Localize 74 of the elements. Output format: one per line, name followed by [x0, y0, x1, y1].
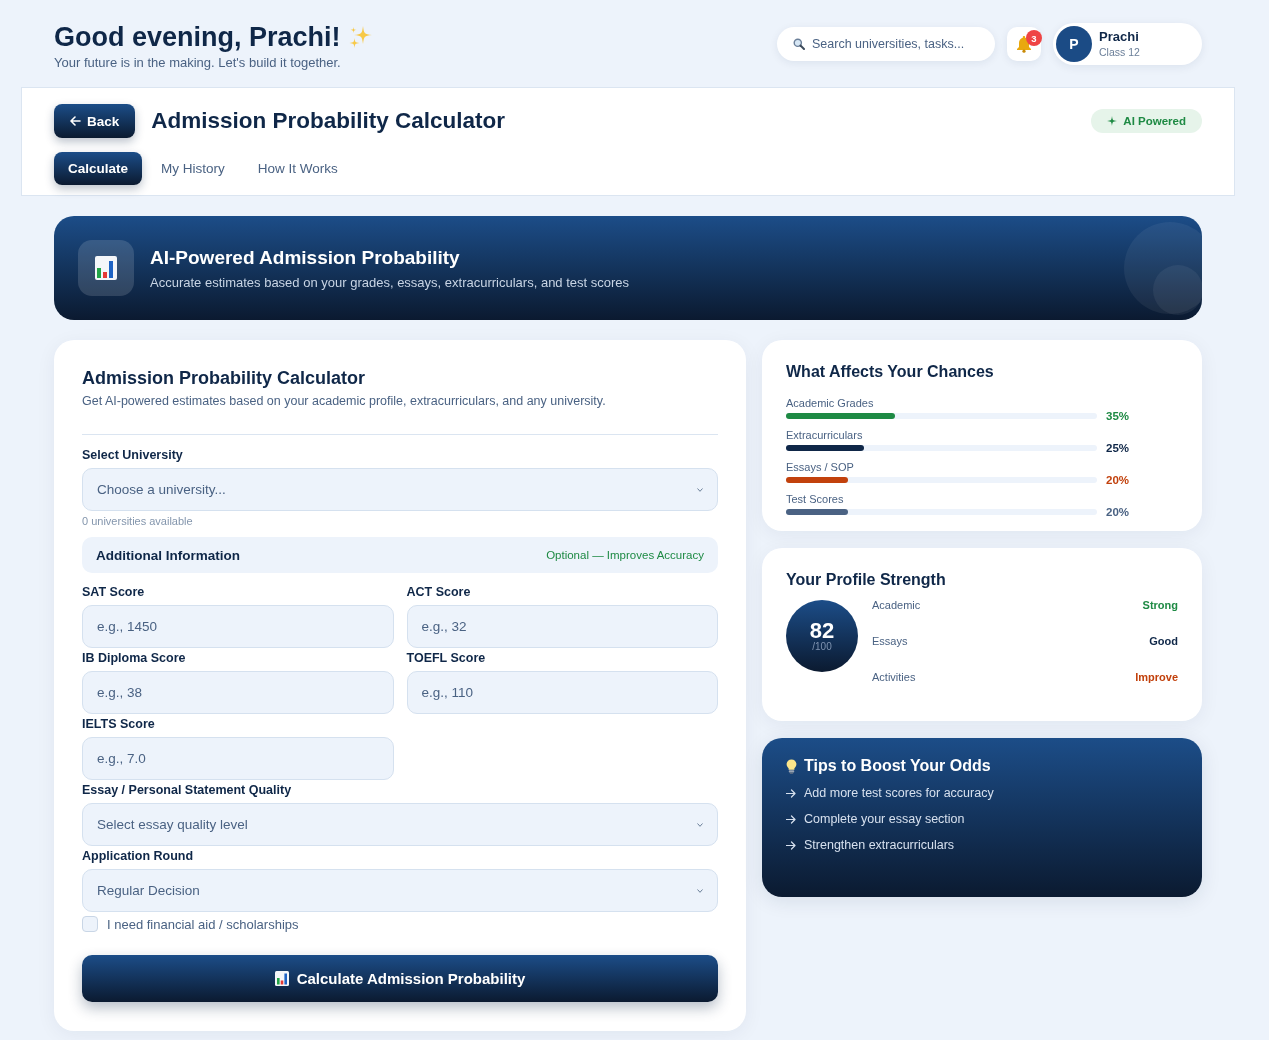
field-label: Essay / Personal Statement Quality — [82, 782, 293, 799]
card-title: What Affects Your Chances — [786, 362, 995, 382]
essay-quality-select[interactable]: Select essay quality level — [82, 803, 718, 846]
field-label: IB Diploma Score — [82, 650, 187, 667]
area-rating: Improve — [1135, 671, 1178, 683]
arrow-right-icon — [786, 840, 796, 850]
back-button[interactable]: Back — [54, 104, 136, 138]
bar-chart-icon — [78, 240, 134, 296]
banner-title: AI-Powered Admission Probability — [150, 245, 461, 269]
arrow-right-icon — [786, 814, 796, 824]
search-icon — [793, 38, 805, 50]
bar-chart-icon — [274, 971, 289, 986]
area-name: Essays — [872, 635, 908, 647]
notifications-button[interactable]: 3 — [1007, 27, 1041, 61]
field-label: SAT Score — [82, 584, 146, 601]
factor-percent: 20% — [1106, 474, 1131, 486]
profile-name: Prachi — [1099, 29, 1140, 45]
tip-text: Complete your essay section — [804, 812, 965, 826]
tab[interactable]: My History — [147, 152, 239, 185]
lightbulb-icon — [786, 758, 797, 774]
avatar: P — [1056, 26, 1092, 62]
profile-class: Class 12 — [1099, 45, 1140, 59]
calculate-button[interactable]: Calculate Admission Probability — [82, 955, 718, 1002]
greeting-title: Good evening, Prachi! — [54, 21, 341, 54]
factor-percent: 20% — [1106, 506, 1131, 518]
chevron-down-icon — [697, 487, 703, 492]
factor-name: Extracurriculars — [786, 429, 864, 441]
arrow-right-icon — [786, 788, 796, 798]
input-field[interactable]: e.g., 32 — [406, 605, 718, 648]
page-title: Admission Probability Calculator — [151, 108, 506, 134]
factor-name: Test Scores — [786, 493, 845, 505]
profile-chip[interactable]: P Prachi Class 12 — [1053, 23, 1202, 65]
banner-subtitle: Accurate estimates based on your grades, essays, extracurriculars, and test scores — [150, 273, 630, 291]
score-max: /100 — [812, 641, 832, 652]
checkbox[interactable] — [82, 916, 98, 932]
input-field[interactable]: e.g., 38 — [82, 671, 394, 714]
tip-text: Strengthen extracurriculars — [804, 838, 955, 852]
field-label: ACT Score — [406, 584, 472, 601]
university-select[interactable]: Choose a university... — [82, 468, 718, 511]
chevron-down-icon — [697, 888, 703, 893]
factor-name: Academic Grades — [786, 397, 875, 409]
card-title: Admission Probability Calculator — [82, 367, 367, 390]
tab[interactable]: How It Works — [243, 152, 352, 185]
factor-percent: 25% — [1106, 442, 1131, 454]
area-rating: Strong — [1142, 599, 1178, 611]
section-note: Optional — Improves Accuracy — [546, 549, 704, 561]
tab[interactable]: Calculate — [54, 152, 143, 185]
factor-name: Essays / SOP — [786, 461, 855, 473]
field-label: TOEFL Score — [406, 650, 487, 667]
field-hint: 0 universities available — [82, 515, 193, 527]
card-title: Your Profile Strength — [786, 570, 947, 590]
chevron-down-icon — [697, 822, 703, 827]
badge-label: AI Powered — [1123, 115, 1186, 127]
checkbox-label[interactable]: I need financial aid / scholarships — [107, 916, 299, 932]
input-field[interactable]: e.g., 7.0 — [82, 737, 394, 780]
input-field[interactable]: e.g., 1450 — [82, 605, 394, 648]
tip-text: Add more test scores for accuracy — [804, 786, 994, 800]
notification-count-badge: 3 — [1026, 30, 1042, 46]
field-label: Application Round — [82, 848, 195, 865]
card-title: Tips to Boost Your Odds — [804, 756, 991, 776]
area-rating: Good — [1149, 635, 1178, 647]
greeting-tagline: Your future is in the making. Let's build it together. — [54, 54, 342, 72]
arrow-left-icon — [70, 116, 81, 126]
search-field[interactable]: Search universities, tasks... — [777, 27, 995, 61]
field-label: Select University — [82, 447, 184, 464]
application-round-select[interactable]: Regular Decision — [82, 869, 718, 912]
area-name: Academic — [872, 599, 921, 611]
factor-percent: 35% — [1106, 410, 1131, 422]
card-subtitle: Get AI-powered estimates based on your academic profile, extracurriculars, and any university. — [82, 393, 607, 410]
field-label: IELTS Score — [82, 716, 156, 733]
score-value: 82 — [809, 620, 835, 642]
section-title: Additional Information — [96, 547, 240, 563]
area-name: Activities — [872, 671, 916, 683]
input-field[interactable]: e.g., 110 — [406, 671, 718, 714]
